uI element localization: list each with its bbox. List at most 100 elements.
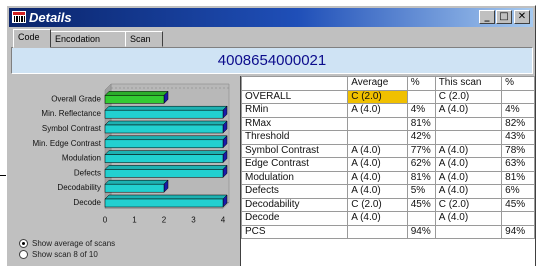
cell-name: OVERALL — [241, 89, 349, 104]
close-button[interactable]: ✕ — [514, 10, 530, 24]
tab-encodation[interactable]: Encodation — [50, 31, 126, 47]
cell-average — [347, 116, 408, 131]
table-row[interactable]: Decode A (4.0) A (4.0) — [241, 211, 535, 226]
tab-scan[interactable]: Scan — [125, 31, 163, 47]
cell-name: RMax — [241, 116, 349, 131]
tab-code[interactable]: Code — [13, 29, 51, 48]
cell-name: Edge Contrast — [241, 157, 349, 172]
cell-percent: 94% — [501, 224, 535, 239]
cell-average: C (2.0) — [347, 89, 408, 104]
table-row[interactable]: Edge Contrast A (4.0) 62% A (4.0) 63% — [241, 157, 535, 172]
header-name — [241, 76, 349, 91]
x-tick-label: 0 — [103, 215, 108, 224]
cell-percent — [406, 211, 436, 226]
cell-percent: 6% — [501, 184, 535, 199]
results-table: Average % This scan % OVERALL C (2.0) C (2… — [241, 76, 535, 239]
category-label: Defects — [74, 168, 101, 177]
cell-percent — [501, 211, 535, 226]
bar — [104, 183, 165, 193]
bar-top — [104, 150, 228, 155]
bar-top — [104, 165, 228, 170]
cell-this-scan: A (4.0) — [434, 211, 503, 226]
bar-top — [104, 105, 228, 111]
cell-name: Decode — [241, 211, 349, 226]
bar — [104, 95, 165, 104]
header-percent: % — [501, 76, 535, 91]
title-bar[interactable]: Details _ □ ✕ — [9, 8, 533, 27]
category-label: Min. Edge Contrast — [33, 139, 102, 148]
results-grid[interactable]: Average % This scan % OVERALL C (2.0) C (2… — [240, 76, 535, 266]
cell-name: RMin — [241, 103, 349, 118]
cell-percent: 82% — [501, 116, 535, 131]
cell-average — [347, 130, 408, 145]
table-row[interactable]: RMin A (4.0) 4% A (4.0) 4% — [241, 103, 535, 118]
header-this-scan: This scan — [434, 76, 503, 91]
minimize-button[interactable]: _ — [479, 10, 495, 24]
table-row[interactable]: PCS 94% 94% — [241, 224, 535, 239]
cell-percent: 81% — [406, 116, 436, 131]
x-tick-label: 3 — [191, 215, 196, 224]
cell-this-scan: A (4.0) — [434, 157, 503, 172]
table-row[interactable]: Defects A (4.0) 5% A (4.0) 6% — [241, 184, 535, 199]
table-row[interactable]: RMax 81% 82% — [241, 116, 535, 131]
category-label: Modulation — [62, 154, 101, 163]
x-tick-label: 4 — [221, 215, 226, 224]
cell-average: A (4.0) — [347, 184, 408, 199]
radio-dot[interactable] — [19, 239, 28, 248]
bar — [104, 124, 224, 134]
app-icon — [12, 11, 26, 23]
cell-this-scan: A (4.0) — [434, 170, 503, 185]
category-label: Decode — [73, 198, 101, 207]
maximize-button[interactable]: □ — [496, 10, 512, 24]
cell-name: Decodability — [241, 197, 349, 212]
barcode-value: 4008654000021 — [11, 47, 533, 74]
cell-average: A (4.0) — [347, 143, 408, 158]
cell-percent: 62% — [406, 157, 436, 172]
bar-top — [104, 120, 228, 126]
cell-name: Symbol Contrast — [241, 143, 349, 158]
cell-this-scan — [434, 116, 503, 131]
table-row[interactable]: Threshold 42% 43% — [241, 130, 535, 145]
table-row[interactable]: Symbol Contrast A (4.0) 77% A (4.0) 78% — [241, 143, 535, 158]
cell-percent: 78% — [501, 143, 535, 158]
cell-percent: 63% — [501, 157, 535, 172]
header-percent: % — [406, 76, 436, 91]
category-label: Symbol Contrast — [42, 124, 102, 133]
cell-average: A (4.0) — [347, 103, 408, 118]
x-tick-label: 2 — [162, 215, 167, 224]
cell-percent: 42% — [406, 130, 436, 145]
header-average: Average — [347, 76, 408, 91]
radio-label: Show scan 8 of 10 — [32, 250, 98, 259]
cell-average: A (4.0) — [347, 170, 408, 185]
cell-name: Modulation — [241, 170, 349, 185]
table-row[interactable]: Modulation A (4.0) 81% A (4.0) 81% — [241, 170, 535, 185]
category-label: Decodability — [57, 183, 101, 192]
cell-this-scan: A (4.0) — [434, 103, 503, 118]
cell-this-scan: C (2.0) — [434, 197, 503, 212]
table-row[interactable]: OVERALL C (2.0) C (2.0) — [241, 89, 535, 104]
bar — [104, 198, 224, 208]
cell-percent: 94% — [406, 224, 436, 239]
radio-label: Show average of scans — [32, 239, 116, 248]
category-label: Min. Reflectance — [41, 109, 101, 118]
cell-name: Threshold — [241, 130, 349, 145]
cell-percent: 45% — [501, 197, 535, 212]
cell-percent: 5% — [406, 184, 436, 199]
cell-this-scan — [434, 130, 503, 145]
grade-chart-svg: Overall Grade Min. Reflectance Symbol Cont… — [33, 83, 230, 224]
cell-name: PCS — [241, 224, 349, 239]
radio-dot[interactable] — [19, 250, 28, 259]
table-header-row: Average % This scan % — [241, 76, 535, 91]
cell-percent: 43% — [501, 130, 535, 145]
cell-this-scan: A (4.0) — [434, 143, 503, 158]
bar-top — [104, 194, 228, 200]
bar — [104, 109, 224, 119]
table-row[interactable]: Decodability C (2.0) 45% C (2.0) 45% — [241, 197, 535, 212]
bar — [104, 154, 224, 163]
bar-top — [104, 91, 169, 96]
cell-percent: 81% — [406, 170, 436, 185]
x-tick-label: 1 — [132, 215, 137, 224]
cell-this-scan — [434, 224, 503, 239]
cell-percent — [501, 89, 535, 104]
bar — [104, 139, 224, 149]
